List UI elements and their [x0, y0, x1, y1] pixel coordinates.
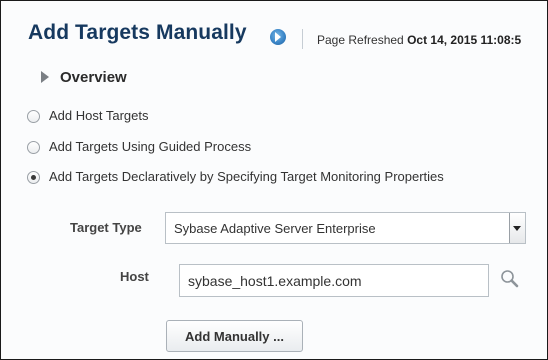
page-refreshed: Page Refreshed Oct 14, 2015 11:08:5: [317, 33, 521, 47]
page-refreshed-value: Oct 14, 2015 11:08:5: [407, 33, 522, 47]
host-label: Host: [120, 269, 149, 284]
add-manually-button[interactable]: Add Manually ...: [166, 320, 303, 352]
search-icon[interactable]: [498, 267, 522, 291]
page-refreshed-label: Page Refreshed: [317, 33, 404, 47]
dropdown-arrow-icon[interactable]: [509, 213, 525, 243]
radio-button[interactable]: [27, 141, 40, 154]
option-label: Add Targets Using Guided Process: [49, 139, 252, 154]
option-label: Add Host Targets: [49, 108, 149, 123]
page-frame: Add Targets Manually Page Refreshed Oct …: [0, 0, 548, 360]
target-type-select[interactable]: Sybase Adaptive Server Enterprise: [165, 212, 526, 244]
page-title: Add Targets Manually: [28, 21, 247, 44]
overview-label: Overview: [60, 69, 127, 86]
header-divider: [302, 29, 303, 49]
info-icon[interactable]: [270, 29, 286, 45]
target-type-value: Sybase Adaptive Server Enterprise: [174, 221, 376, 236]
option-label: Add Targets Declaratively by Specifying …: [49, 169, 444, 184]
radio-button[interactable]: [27, 110, 40, 123]
target-type-label: Target Type: [70, 220, 142, 235]
host-input[interactable]: [179, 264, 489, 297]
radio-button-selected[interactable]: [27, 171, 40, 184]
disclosure-triangle-icon: [41, 71, 49, 83]
